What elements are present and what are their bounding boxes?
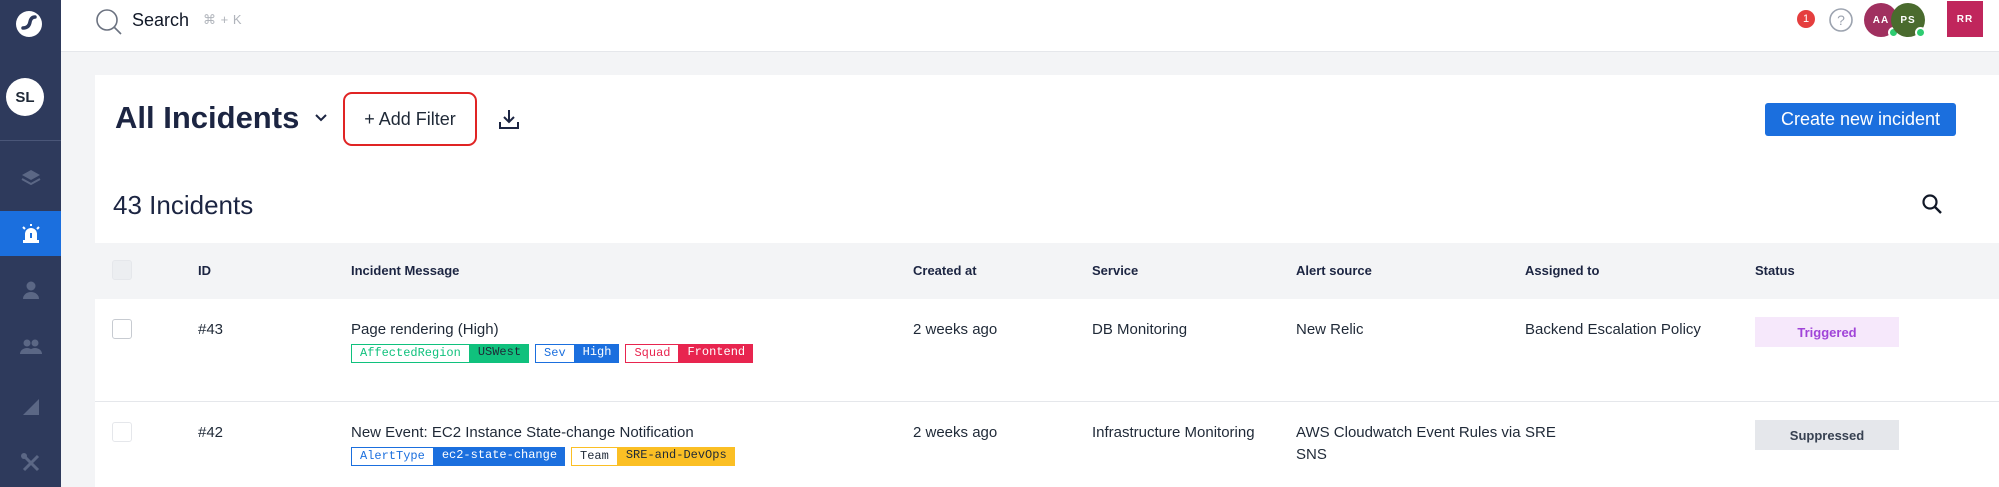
org-avatar[interactable]: SL (6, 78, 44, 116)
search-shortcut-hint: ⌘ + K (203, 12, 242, 27)
select-all-checkbox[interactable] (112, 260, 132, 280)
tag[interactable]: AlertType ec2-state-change (351, 447, 566, 466)
sidebar-item-settings[interactable] (0, 440, 61, 485)
alert-source: AWS Cloudwatch Event Rules via SNS (1296, 424, 1521, 463)
tag[interactable]: AffectedRegion USWest (351, 344, 530, 363)
top-bar: Search ⌘ + K 1 ? AA PS RR (61, 0, 1999, 52)
table-row[interactable]: #43 Page rendering (High) AffectedRegion… (95, 299, 1999, 402)
user-avatar-ps[interactable]: PS (1891, 3, 1926, 38)
incidents-card: All Incidents + Add Filter Create new in… (95, 75, 1999, 487)
tag-value: Frontend (679, 344, 754, 363)
row-checkbox[interactable] (112, 422, 132, 442)
team-icon (19, 339, 42, 354)
service-name[interactable]: Infrastructure Monitoring (1092, 422, 1255, 444)
column-header-message[interactable]: Incident Message (351, 263, 459, 278)
tag-value: ec2-state-change (433, 447, 566, 466)
tag[interactable]: Team SRE-and-DevOps (571, 447, 735, 466)
online-indicator (1915, 27, 1926, 38)
search-input[interactable]: Search (132, 10, 189, 31)
tag-list: AlertType ec2-state-change Team SRE-and-… (351, 447, 735, 466)
tag-key: AffectedRegion (351, 344, 470, 363)
column-header-status[interactable]: Status (1755, 263, 1795, 278)
help-icon[interactable]: ? (1828, 7, 1854, 33)
sidebar-divider (0, 140, 61, 141)
brand-logo-icon[interactable] (9, 6, 49, 42)
tag-list: AffectedRegion USWest Sev High Squad Fro… (351, 344, 754, 363)
download-icon[interactable] (497, 107, 521, 131)
svg-text:?: ? (1837, 12, 1845, 28)
incident-id[interactable]: #43 (198, 319, 223, 341)
service-name[interactable]: DB Monitoring (1092, 319, 1187, 341)
tag-key: Sev (535, 344, 575, 363)
sidebar-item-analytics[interactable] (0, 384, 61, 429)
tag[interactable]: Squad Frontend (625, 344, 754, 363)
user-initials: PS (1900, 14, 1916, 26)
sidebar-item-layers[interactable] (0, 155, 61, 200)
tools-icon (20, 452, 39, 471)
page-title[interactable]: All Incidents (115, 100, 299, 136)
tag-key: AlertType (351, 447, 434, 466)
layers-icon (21, 169, 40, 185)
column-header-created[interactable]: Created at (913, 263, 977, 278)
incident-message[interactable]: Page rendering (High) (351, 319, 499, 341)
column-header-id[interactable]: ID (198, 263, 211, 278)
notification-badge[interactable]: 1 (1797, 10, 1815, 28)
user-initials: AA (1872, 14, 1890, 26)
tag-key: Team (571, 447, 618, 466)
created-at: 2 weeks ago (913, 424, 998, 441)
tag-value: High (574, 344, 620, 363)
created-at: 2 weeks ago (913, 321, 998, 338)
current-user-avatar[interactable]: RR (1947, 1, 1983, 37)
assigned-to[interactable]: SRE (1525, 422, 1556, 444)
column-header-assigned[interactable]: Assigned to (1525, 263, 1599, 278)
alarm-icon (21, 223, 40, 243)
row-checkbox[interactable] (112, 319, 132, 339)
column-header-source[interactable]: Alert source (1296, 263, 1372, 278)
sidebar-item-users[interactable] (0, 267, 61, 312)
sidebar-item-teams[interactable] (0, 323, 61, 368)
user-icon (22, 281, 39, 299)
chevron-down-icon[interactable] (314, 113, 328, 123)
search-icon[interactable] (94, 7, 124, 37)
tag-key: Squad (625, 344, 680, 363)
sidebar-item-incidents[interactable] (0, 211, 61, 256)
incident-message[interactable]: New Event: EC2 Instance State-change Not… (351, 422, 694, 444)
column-header-service[interactable]: Service (1092, 263, 1138, 278)
create-incident-button[interactable]: Create new incident (1765, 103, 1956, 136)
table-header: ID Incident Message Created at Service A… (95, 243, 1999, 299)
incident-id[interactable]: #42 (198, 422, 223, 444)
tag-value: USWest (469, 344, 530, 363)
search-icon[interactable] (1921, 193, 1943, 215)
add-filter-button[interactable]: + Add Filter (343, 92, 477, 146)
table-row[interactable]: #42 New Event: EC2 Instance State-change… (95, 402, 1999, 487)
alert-source: New Relic (1296, 321, 1364, 338)
status-badge[interactable]: Triggered (1755, 317, 1899, 347)
incident-count: 43 Incidents (113, 190, 254, 220)
status-badge[interactable]: Suppressed (1755, 420, 1899, 450)
tag-value: SRE-and-DevOps (617, 447, 735, 466)
tag[interactable]: Sev High (535, 344, 620, 363)
chart-icon (22, 398, 39, 415)
assigned-to[interactable]: Backend Escalation Policy (1525, 319, 1701, 341)
sidebar: SL (0, 0, 61, 487)
